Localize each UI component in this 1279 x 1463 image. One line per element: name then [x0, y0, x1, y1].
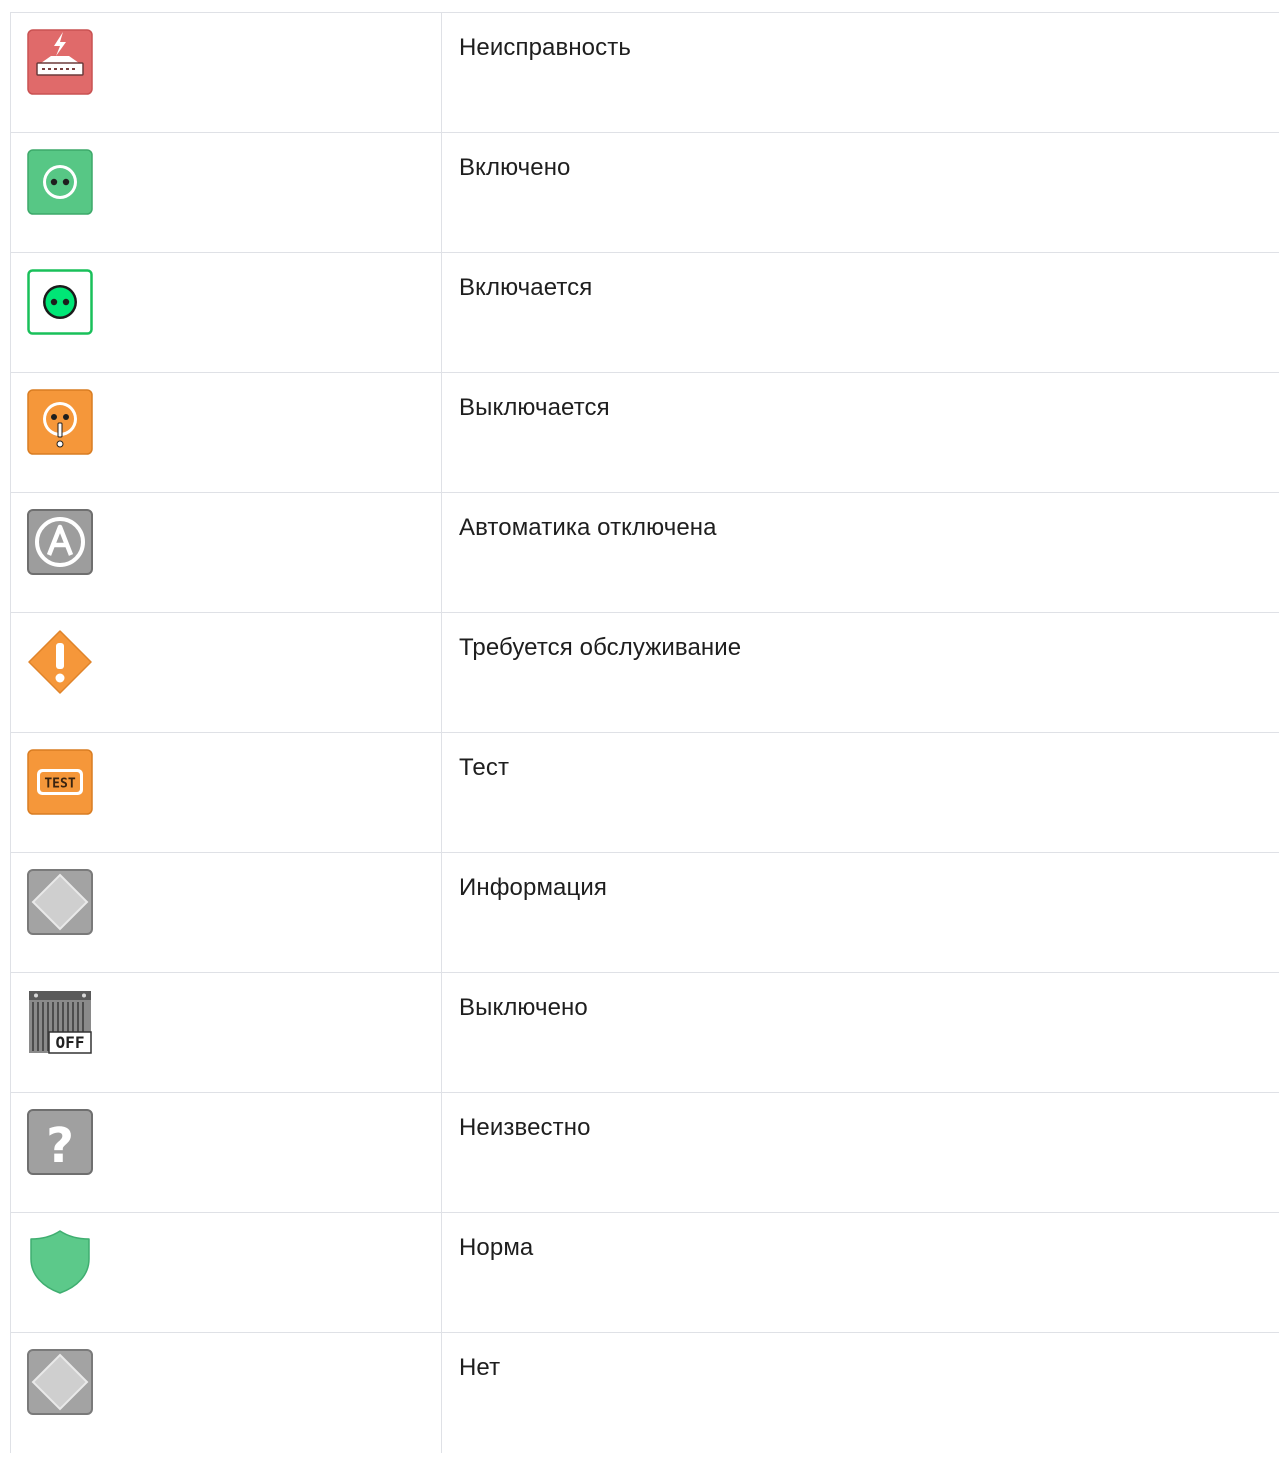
icon-cell — [10, 612, 442, 733]
description-cell: Норма — [441, 1212, 1279, 1333]
status-label: Включено — [459, 154, 571, 181]
icon-cell: OFF — [10, 972, 442, 1093]
svg-text:TEST: TEST — [44, 777, 75, 792]
table-row: ? Неизвестно — [10, 1092, 1279, 1213]
status-legend-table: Неисправность Включено Включается Выключ… — [10, 12, 1279, 1453]
table-row: Автоматика отключена — [10, 492, 1279, 613]
turning-off-icon — [27, 389, 93, 455]
icon-cell — [10, 492, 442, 613]
icon-cell — [10, 1212, 442, 1333]
automation-disabled-icon — [27, 509, 93, 575]
description-cell: Тест — [441, 732, 1279, 853]
description-cell: Требуется обслуживание — [441, 612, 1279, 733]
enabled-icon — [27, 149, 93, 215]
table-row: Требуется обслуживание — [10, 612, 1279, 733]
description-cell: Автоматика отключена — [441, 492, 1279, 613]
status-label: Выключено — [459, 994, 588, 1021]
table-row: Выключается — [10, 372, 1279, 493]
none-icon — [27, 1349, 93, 1415]
description-cell: Нет — [441, 1332, 1279, 1453]
description-cell: Неисправность — [441, 12, 1279, 133]
icon-cell: TEST — [10, 732, 442, 853]
status-label: Требуется обслуживание — [459, 634, 742, 661]
description-cell: Выключено — [441, 972, 1279, 1093]
table-row: Неисправность — [10, 12, 1279, 133]
svg-text:?: ? — [46, 1118, 74, 1174]
svg-text:OFF: OFF — [56, 1033, 85, 1052]
normal-shield-icon — [30, 1230, 90, 1294]
description-cell: Выключается — [441, 372, 1279, 493]
icon-cell — [10, 12, 442, 133]
description-cell: Включено — [441, 132, 1279, 253]
icon-cell — [10, 132, 442, 253]
test-icon: TEST — [27, 749, 93, 815]
information-icon — [27, 869, 93, 935]
icon-cell — [10, 852, 442, 973]
status-label: Нет — [459, 1354, 501, 1381]
status-label: Неисправность — [459, 34, 631, 61]
table-row: Включается — [10, 252, 1279, 373]
description-cell: Включается — [441, 252, 1279, 373]
status-label: Выключается — [459, 394, 610, 421]
status-label: Включается — [459, 274, 593, 301]
maintenance-required-icon — [28, 630, 92, 694]
icon-cell — [10, 1332, 442, 1453]
status-label: Неизвестно — [459, 1114, 591, 1141]
table-row: Нет — [10, 1332, 1279, 1453]
fault-icon — [27, 29, 93, 95]
icon-cell — [10, 252, 442, 373]
table-row: TEST Тест — [10, 732, 1279, 853]
icon-cell: ? — [10, 1092, 442, 1213]
description-cell: Неизвестно — [441, 1092, 1279, 1213]
status-label: Информация — [459, 874, 607, 901]
table-row: Норма — [10, 1212, 1279, 1333]
icon-cell — [10, 372, 442, 493]
status-label: Автоматика отключена — [459, 514, 717, 541]
table-row: Включено — [10, 132, 1279, 253]
status-label: Тест — [459, 754, 510, 781]
table-row: OFF Выключено — [10, 972, 1279, 1093]
disabled-off-icon: OFF — [29, 991, 92, 1054]
turning-on-icon — [27, 269, 93, 335]
table-row: Информация — [10, 852, 1279, 973]
unknown-icon: ? — [27, 1109, 93, 1175]
status-label: Норма — [459, 1234, 534, 1261]
description-cell: Информация — [441, 852, 1279, 973]
